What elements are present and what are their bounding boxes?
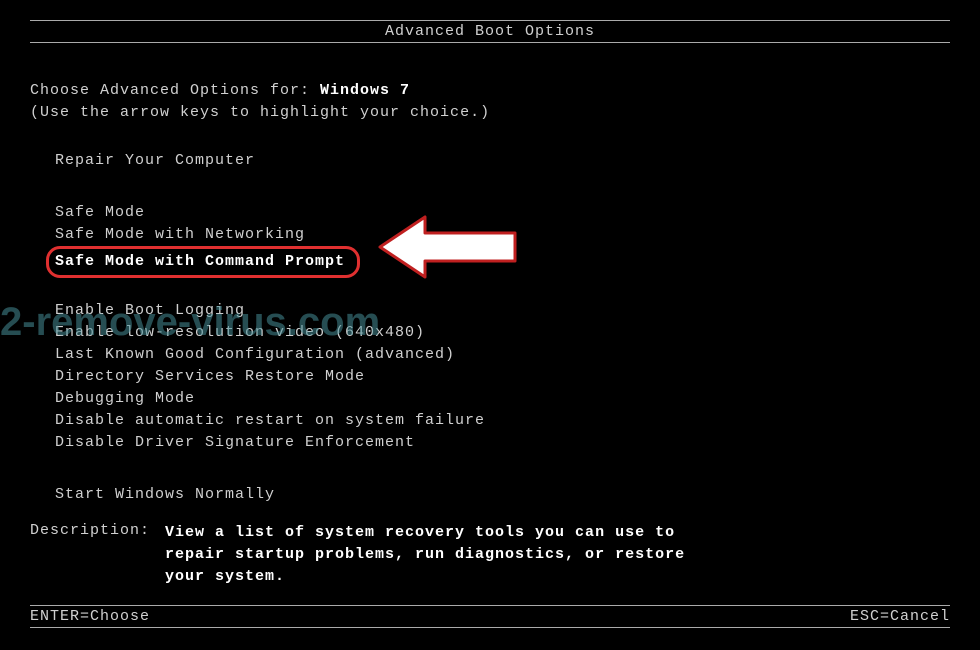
menu-last-known-good[interactable]: Last Known Good Configuration (advanced) bbox=[55, 344, 485, 366]
menu-repair-computer[interactable]: Repair Your Computer bbox=[55, 150, 485, 172]
menu-directory-services-restore[interactable]: Directory Services Restore Mode bbox=[55, 366, 485, 388]
choose-advanced-line: Choose Advanced Options for: Windows 7 bbox=[30, 82, 410, 99]
boot-options-menu: Repair Your Computer Safe Mode Safe Mode… bbox=[55, 150, 485, 506]
menu-safe-mode-command-prompt[interactable]: Safe Mode with Command Prompt bbox=[55, 246, 485, 278]
page-title: Advanced Boot Options bbox=[30, 20, 950, 43]
menu-low-resolution-video[interactable]: Enable low-resolution video (640x480) bbox=[55, 322, 485, 344]
menu-disable-auto-restart[interactable]: Disable automatic restart on system fail… bbox=[55, 410, 485, 432]
menu-disable-driver-signature[interactable]: Disable Driver Signature Enforcement bbox=[55, 432, 485, 454]
menu-start-windows-normally[interactable]: Start Windows Normally bbox=[55, 484, 485, 506]
highlighted-option: Safe Mode with Command Prompt bbox=[46, 246, 360, 278]
menu-enable-boot-logging[interactable]: Enable Boot Logging bbox=[55, 300, 485, 322]
arrow-keys-hint: (Use the arrow keys to highlight your ch… bbox=[30, 104, 490, 121]
menu-safe-mode[interactable]: Safe Mode bbox=[55, 202, 485, 224]
enter-hint: ENTER=Choose bbox=[30, 608, 150, 625]
esc-hint: ESC=Cancel bbox=[850, 608, 950, 625]
footer-hints: ENTER=Choose ESC=Cancel bbox=[30, 605, 950, 628]
description-section: Description: View a list of system recov… bbox=[30, 522, 725, 588]
description-text: View a list of system recovery tools you… bbox=[165, 522, 725, 588]
menu-debugging-mode[interactable]: Debugging Mode bbox=[55, 388, 485, 410]
choose-prefix-text: Choose Advanced Options for: bbox=[30, 82, 320, 99]
menu-safe-mode-networking[interactable]: Safe Mode with Networking bbox=[55, 224, 485, 246]
description-label: Description: bbox=[30, 522, 165, 588]
os-name: Windows 7 bbox=[320, 82, 410, 99]
